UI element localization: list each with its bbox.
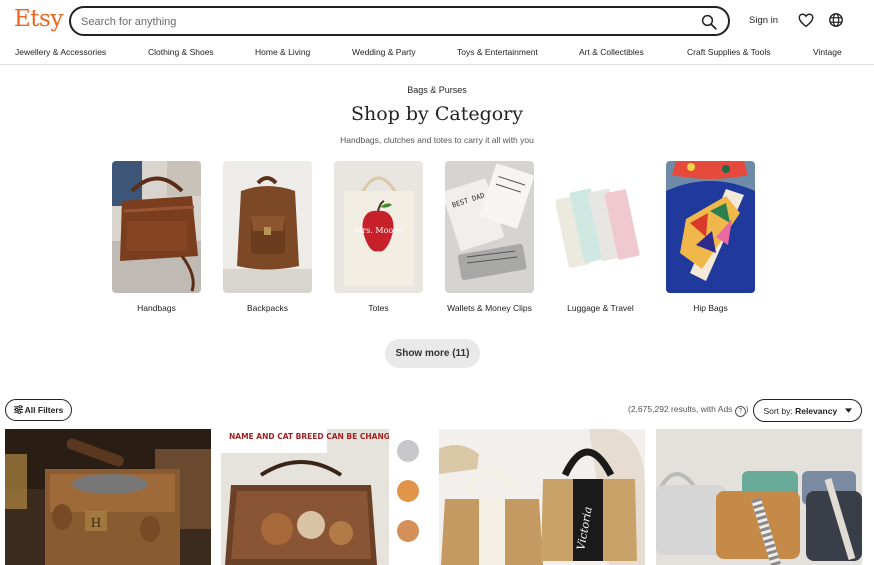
etsy-logo[interactable]: Etsy — [14, 6, 63, 32]
all-filters-button[interactable]: All Filters — [5, 399, 72, 421]
category-label: Hip Bags — [693, 303, 728, 313]
product-card-camera-bags[interactable] — [656, 429, 862, 565]
nav-home-living[interactable]: Home & Living — [255, 47, 310, 57]
category-handbags[interactable]: Handbags — [112, 161, 201, 314]
cat-bag-banner: NAME AND CAT BREED CAN BE CHANGED — [229, 432, 401, 441]
category-label: Luggage & Travel — [567, 303, 634, 313]
show-more-button[interactable]: Show more (11) — [385, 339, 480, 368]
category-label: Wallets & Money Clips — [447, 303, 532, 313]
category-image[interactable] — [223, 161, 312, 293]
product-card-cat-handbag[interactable]: NAME AND CAT BREED CAN BE CHANGED — [221, 429, 427, 565]
results-close: ) — [745, 404, 749, 414]
tote-text: Mrs. Moore — [354, 226, 402, 235]
all-filters-label: All Filters — [24, 405, 64, 415]
category-wallets[interactable]: BEST DAD LOVE MAX Wallets & Money Clips — [445, 161, 534, 314]
results-count: (2,675,292 results, with Ads ?) — [628, 404, 749, 417]
category-label: Backpacks — [246, 303, 289, 313]
search-input[interactable] — [81, 13, 681, 30]
category-luggage[interactable]: Luggage & Travel — [556, 161, 645, 314]
results-text: (2,675,292 results, with Ads — [628, 404, 733, 414]
category-hip-bags[interactable]: Hip Bags — [666, 161, 755, 314]
product-logo-text: H — [91, 516, 101, 530]
category-image[interactable] — [556, 161, 645, 293]
search-bar[interactable] — [69, 6, 730, 36]
nav-craft-supplies[interactable]: Craft Supplies & Tools — [687, 47, 770, 57]
nav-toys[interactable]: Toys & Entertainment — [457, 47, 538, 57]
category-backpacks[interactable]: Backpacks — [223, 161, 312, 314]
category-totes[interactable]: Mrs. Moore Totes — [334, 161, 423, 314]
breadcrumb-link[interactable]: Bags & Purses — [407, 85, 467, 95]
category-label: Totes — [368, 303, 389, 313]
nav-clothing[interactable]: Clothing & Shoes — [148, 47, 214, 57]
sign-in-link[interactable]: Sign in — [749, 15, 778, 26]
nav-vintage[interactable]: Vintage — [813, 47, 842, 57]
globe-icon[interactable] — [827, 11, 845, 29]
page-title: Shop by Category — [351, 103, 523, 125]
chevron-down-icon — [844, 407, 852, 413]
product-card-straw-totes[interactable]: Victoria — [439, 429, 645, 565]
sort-dropdown[interactable]: Sort by: Relevancy — [753, 399, 862, 422]
nav-jewellery[interactable]: Jewellery & Accessories — [15, 47, 106, 57]
category-image[interactable]: BEST DAD LOVE MAX — [445, 161, 534, 293]
filter-icon — [13, 405, 23, 414]
nav-art[interactable]: Art & Collectibles — [579, 47, 644, 57]
category-image[interactable]: Mrs. Moore — [334, 161, 423, 293]
category-image[interactable] — [666, 161, 755, 293]
help-icon[interactable]: ? — [734, 406, 746, 417]
search-icon[interactable] — [700, 13, 718, 31]
product-card-ashtray[interactable]: H — [5, 429, 211, 565]
breadcrumb: Bags & Purses — [0, 85, 874, 95]
sort-value: Relevancy — [795, 405, 838, 416]
category-image[interactable] — [112, 161, 201, 293]
nav-wedding-party[interactable]: Wedding & Party — [352, 47, 416, 57]
page-subtitle: Handbags, clutches and totes to carry it… — [340, 135, 534, 145]
sort-prefix: Sort by: — [763, 405, 793, 416]
category-nav: Jewellery & Accessories Clothing & Shoes… — [0, 44, 874, 65]
category-label: Handbags — [137, 303, 176, 313]
heart-icon[interactable] — [797, 11, 815, 29]
